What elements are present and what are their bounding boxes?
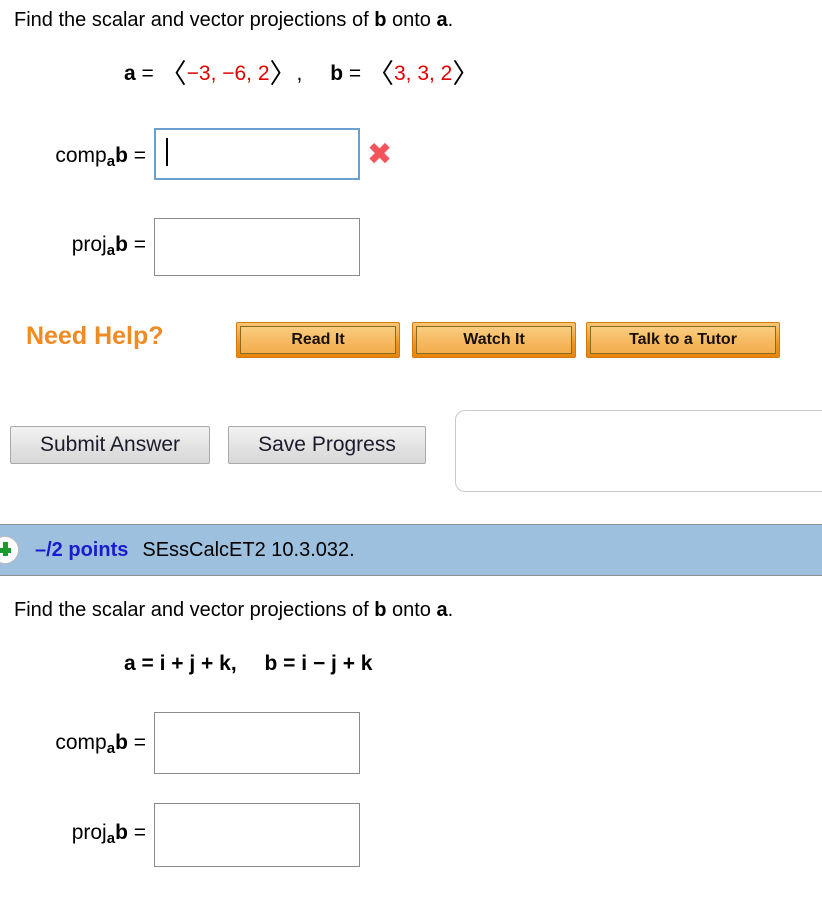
- submit-answer-button[interactable]: Submit Answer: [10, 426, 210, 464]
- prompt-text-middle: onto: [386, 9, 437, 31]
- question-header-bar: –/2 points SEssCalcET2 10.3.032.: [0, 524, 822, 576]
- text-caret: [166, 138, 168, 166]
- equation-b-components: 3, 3, 2: [393, 62, 453, 85]
- bottom-equation-b: b = i − j + k: [264, 652, 373, 675]
- top-comp-label: compab =: [0, 144, 146, 170]
- proj-label-equals: =: [127, 233, 146, 256]
- watch-it-button[interactable]: Watch It: [412, 322, 576, 358]
- prompt-vector-a: a: [436, 9, 448, 31]
- bottom-prompt-vector-a: a: [436, 599, 448, 621]
- bottom-proj-label-subscript: a: [106, 830, 116, 847]
- question-id-label: SEssCalcET2 10.3.032.: [142, 538, 355, 561]
- equation-a-components: −3, −6, 2: [186, 62, 270, 85]
- bottom-problem-equation: a = i + j + k, b = i − j + k: [124, 652, 373, 676]
- comp-label-equals: =: [127, 144, 146, 167]
- bottom-comp-label-vector: b: [115, 731, 128, 754]
- prompt-text-after: .: [447, 9, 454, 31]
- bottom-prompt-text-before: Find the scalar and vector projections o…: [14, 599, 375, 621]
- top-proj-label: projab =: [0, 233, 146, 259]
- plus-circle-icon[interactable]: [0, 536, 19, 564]
- equation-b-label: b: [330, 62, 344, 85]
- bottom-problem-prompt: Find the scalar and vector projections o…: [14, 598, 453, 622]
- need-help-label: Need Help?: [26, 322, 164, 350]
- proj-label-subscript: a: [106, 242, 116, 259]
- top-problem-equation: a = 〈−3, −6, 2〉, b = 〈3, 3, 2〉: [124, 59, 480, 89]
- bottom-proj-label-equals: =: [127, 821, 146, 844]
- comp-label-subscript: a: [106, 153, 116, 170]
- equation-a-open-bracket: 〈: [159, 59, 187, 89]
- proj-label-text: proj: [71, 233, 107, 256]
- bottom-equation-a: a = i + j + k,: [124, 652, 237, 675]
- form-panel-edge: [455, 410, 822, 492]
- top-comp-input[interactable]: [154, 128, 360, 180]
- top-proj-input[interactable]: [154, 218, 360, 276]
- proj-label-vector: b: [115, 233, 128, 256]
- bottom-comp-label-text: comp: [55, 731, 107, 754]
- equation-a-equals: =: [135, 62, 160, 85]
- watch-it-button-label: Watch It: [416, 326, 572, 354]
- top-problem-prompt: Find the scalar and vector projections o…: [14, 8, 453, 32]
- bottom-comp-label-equals: =: [127, 731, 146, 754]
- save-progress-button-label: Save Progress: [258, 433, 396, 456]
- bottom-comp-label: compab =: [0, 731, 146, 757]
- equation-a-label: a: [124, 62, 136, 85]
- comp-label-vector: b: [115, 144, 128, 167]
- incorrect-answer-icon: ✖: [367, 137, 393, 172]
- bottom-comp-label-subscript: a: [106, 740, 116, 757]
- bottom-prompt-text-after: .: [447, 599, 454, 621]
- bottom-comp-input[interactable]: [154, 712, 360, 774]
- equation-b-open-bracket: 〈: [366, 59, 394, 89]
- comp-label-text: comp: [55, 144, 107, 167]
- read-it-button[interactable]: Read It: [236, 322, 400, 358]
- equation-b-close-bracket: 〉: [452, 59, 480, 89]
- submit-answer-button-label: Submit Answer: [39, 433, 181, 456]
- bottom-prompt-vector-b: b: [374, 599, 387, 621]
- bottom-prompt-text-middle: onto: [386, 599, 437, 621]
- equation-b-equals: =: [343, 62, 367, 85]
- bottom-proj-label: projab =: [0, 821, 146, 847]
- bottom-proj-label-text: proj: [71, 821, 107, 844]
- talk-to-a-tutor-button-label: Talk to a Tutor: [590, 326, 776, 354]
- points-label: –/2 points: [35, 538, 129, 561]
- talk-to-a-tutor-button[interactable]: Talk to a Tutor: [586, 322, 780, 358]
- prompt-text-before: Find the scalar and vector projections o…: [14, 9, 375, 31]
- equation-a-close-bracket: 〉: [269, 59, 297, 89]
- equation-comma: ,: [296, 62, 303, 85]
- prompt-vector-b: b: [374, 9, 387, 31]
- read-it-button-label: Read It: [240, 326, 396, 354]
- bottom-proj-label-vector: b: [115, 821, 128, 844]
- save-progress-button[interactable]: Save Progress: [228, 426, 426, 464]
- bottom-proj-input[interactable]: [154, 803, 360, 867]
